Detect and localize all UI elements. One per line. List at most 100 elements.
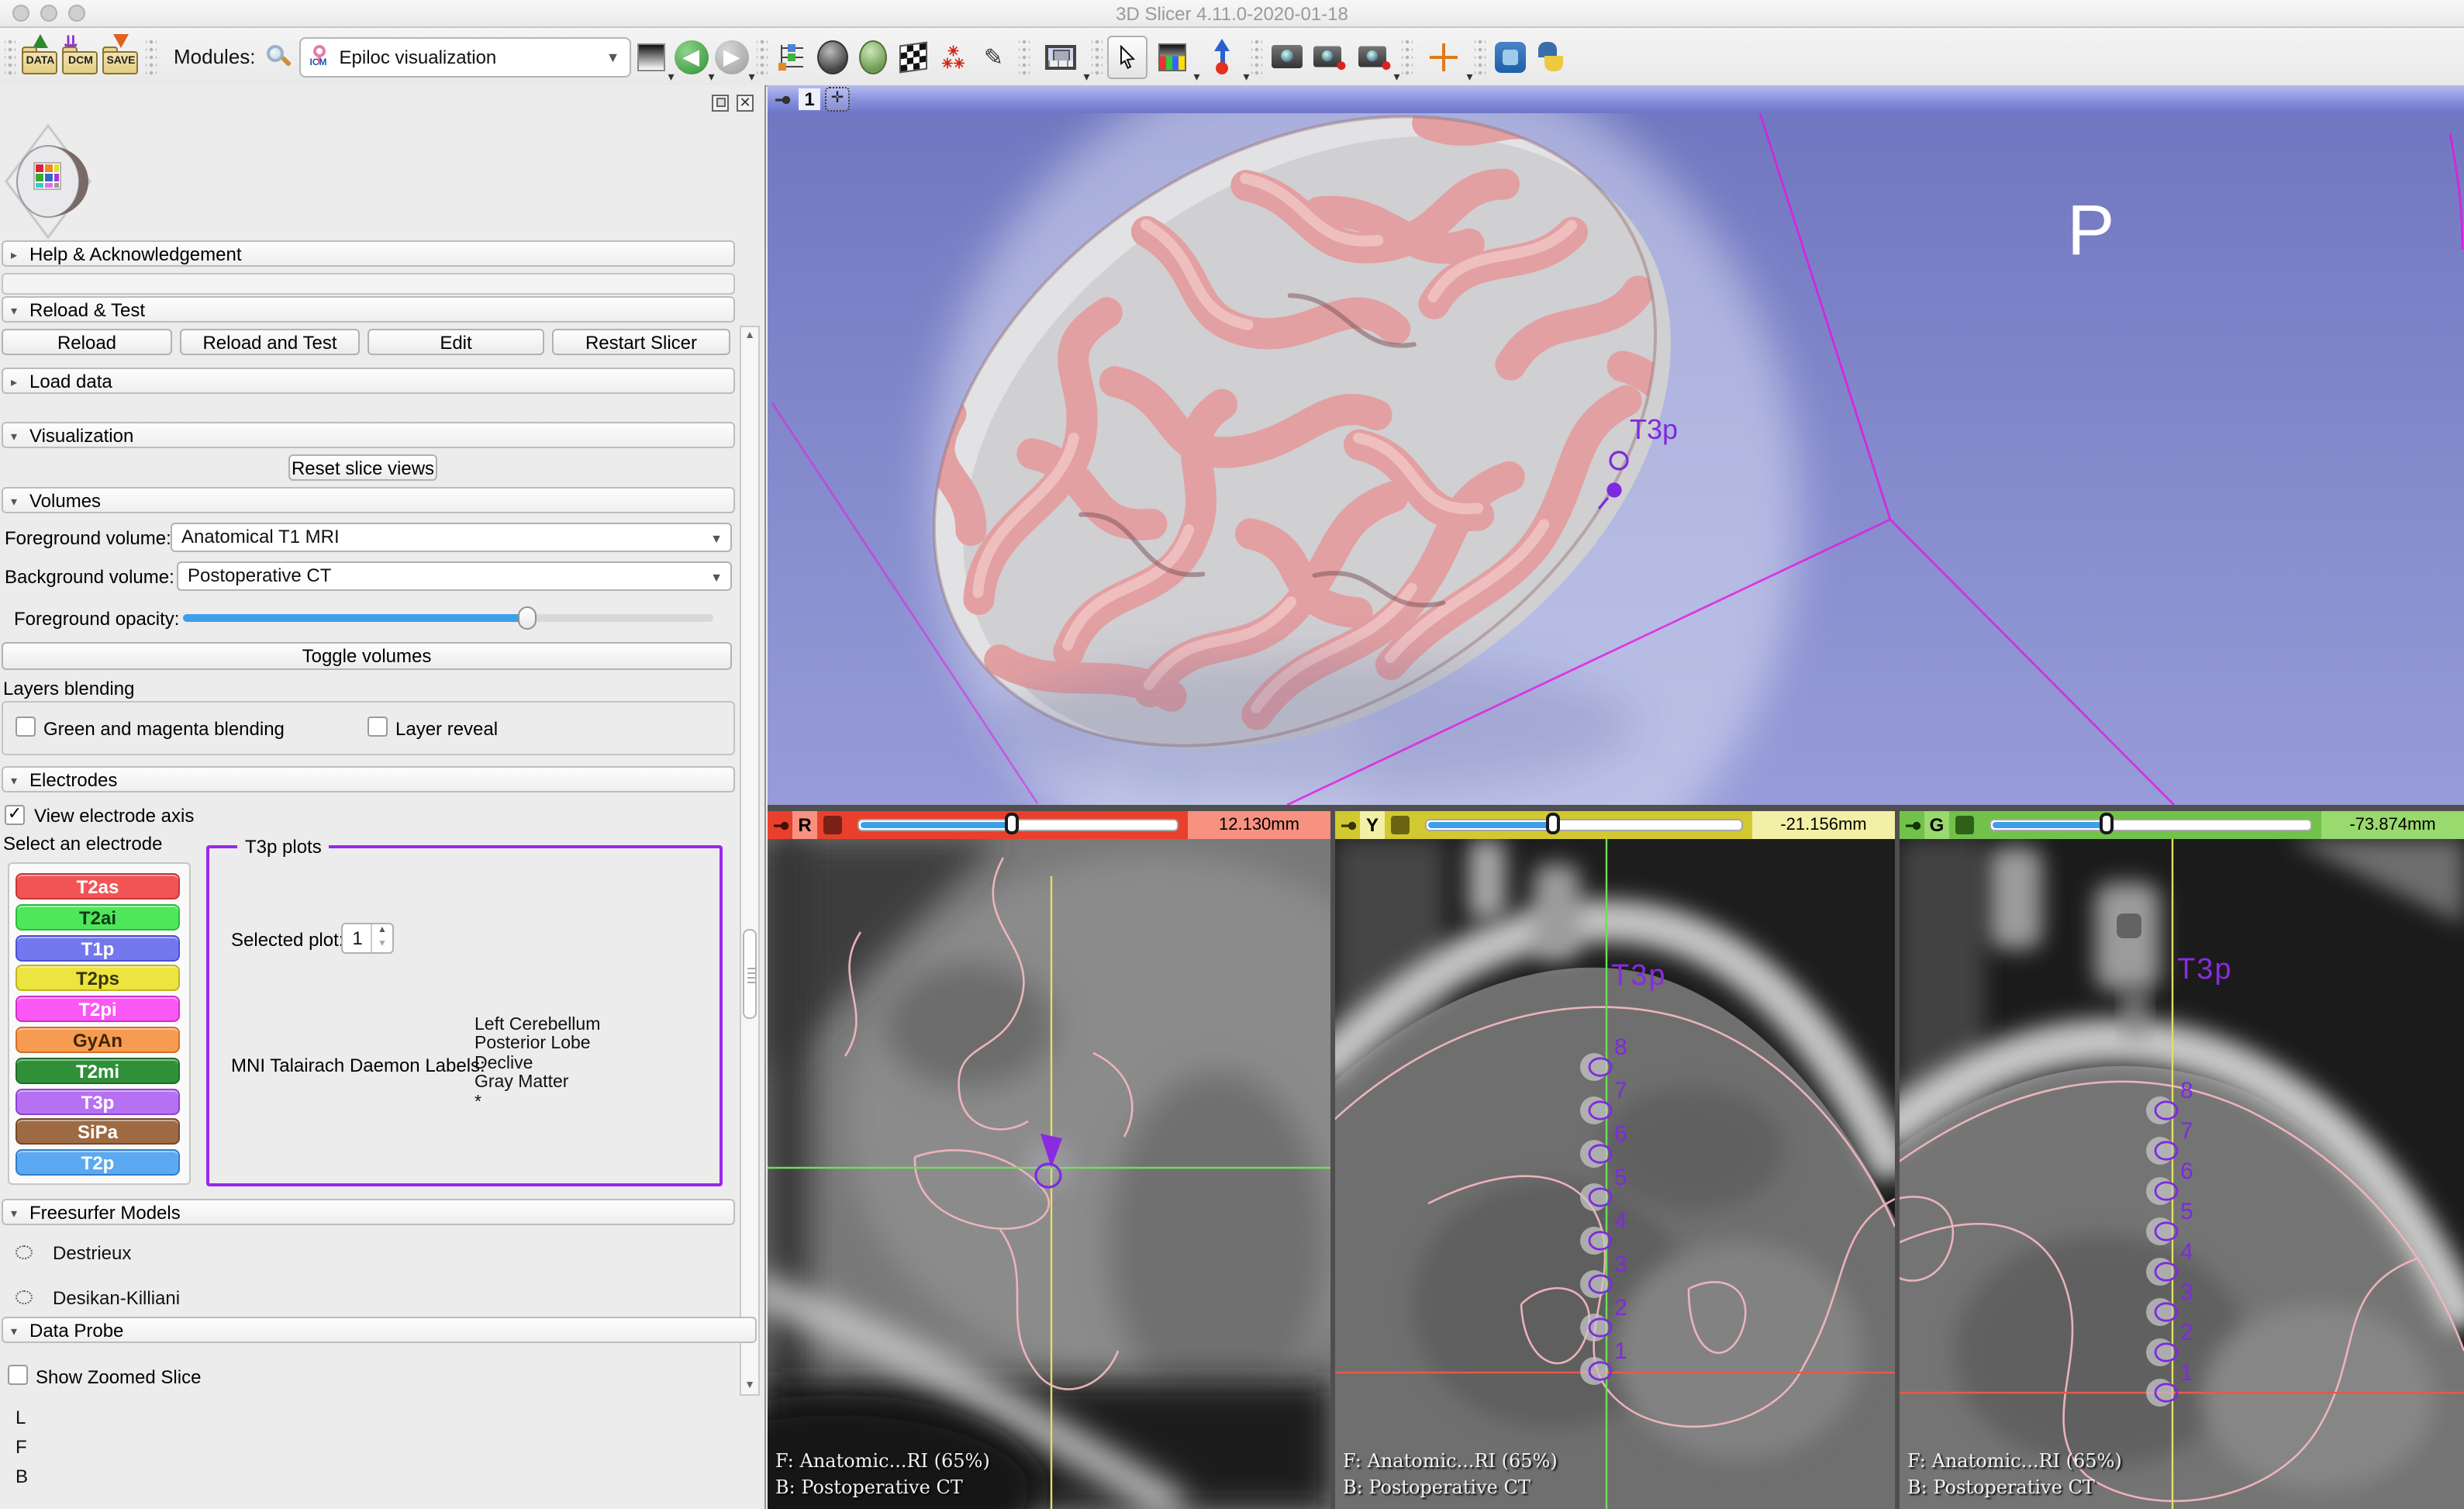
electrode-button-T2p[interactable]: T2p [16, 1149, 180, 1176]
load-dicom-button[interactable]: ⇊ DCM [60, 35, 101, 78]
section-reload-test[interactable]: ▾Reload & Test [2, 296, 735, 323]
mni-value-line: Gray Matter [475, 1073, 600, 1093]
svg-text:4: 4 [1614, 1208, 1627, 1234]
green-slice-controller[interactable]: G -73.874mm [1900, 811, 2464, 839]
foreground-volume-selector[interactable]: Anatomical T1 MRI▼ [171, 523, 732, 552]
yellow-slice-controller[interactable]: Y -21.156mm [1335, 811, 1895, 839]
red-slice-controller[interactable]: R 12.130mm [768, 811, 1330, 839]
green-magenta-blending-checkbox[interactable] [16, 717, 36, 737]
section-load-data[interactable]: ▸Load data [2, 368, 735, 394]
edit-button[interactable]: Edit [368, 329, 544, 355]
section-freesurfer[interactable]: ▾Freesurfer Models [2, 1199, 735, 1225]
red-slice-slider[interactable] [858, 819, 1179, 831]
threed-canvas[interactable]: P T3p [768, 113, 2464, 805]
slice-link-icon[interactable] [823, 816, 842, 834]
background-layer-label: B: Postoperative CT [775, 1476, 963, 1498]
module-selector-value: Epiloc visualization [340, 46, 497, 67]
chevron-down-icon: ▼ [606, 49, 620, 64]
colors-module-button[interactable]: ▾ [1147, 35, 1197, 78]
module-history-button[interactable]: ▾ [631, 35, 671, 78]
reset-slice-views-button[interactable]: Reset slice views [288, 454, 437, 481]
pin-icon[interactable] [1904, 815, 1924, 835]
previous-module-button[interactable]: ◀▾ [671, 35, 712, 78]
electrode-button-T2ps[interactable]: T2ps [16, 965, 180, 992]
slice-view-red[interactable]: R 12.130mm [768, 811, 1330, 1509]
module-selector[interactable]: ICM Epiloc visualization ▼ [299, 36, 631, 77]
subject-hierarchy-button[interactable] [772, 35, 813, 78]
yellow-slice-slider[interactable] [1425, 819, 1743, 831]
arrow-right-icon: ▶ [715, 40, 749, 74]
spin-up-icon[interactable]: ▲ [372, 924, 392, 938]
screenshot-button[interactable] [1267, 35, 1307, 78]
background-volume-selector[interactable]: Postoperative CT▼ [177, 561, 732, 591]
slice-view-yellow[interactable]: Y -21.156mm [1335, 811, 1895, 1509]
module-panel: ✕ 3DSlicer ▸Help & Acknowledgement ▾Relo… [0, 85, 766, 1509]
electrode-button-T2mi[interactable]: T2mi [16, 1058, 180, 1084]
layout-selector-button[interactable]: ▾ [1034, 35, 1087, 78]
restart-slicer-button[interactable]: Restart Slicer [552, 329, 730, 355]
scroll-down-icon[interactable]: ▼ [741, 1380, 758, 1391]
scene-view-capture-button[interactable] [1307, 35, 1348, 78]
pin-icon[interactable] [774, 89, 794, 109]
slice-link-icon[interactable] [1391, 816, 1410, 834]
electrode-button-T2pi[interactable]: T2pi [16, 996, 180, 1022]
threed-view[interactable]: 1 ✛ [768, 85, 2464, 805]
show-zoomed-slice-checkbox[interactable] [8, 1365, 28, 1385]
pin-icon[interactable] [1340, 815, 1360, 835]
crosshair-button[interactable]: ▾ [1417, 35, 1470, 78]
electrode-button-SiPa[interactable]: SiPa [16, 1119, 180, 1145]
next-module-button[interactable]: ▶▾ [712, 35, 752, 78]
foreground-opacity-slider[interactable] [183, 614, 713, 622]
extensions-manager-button[interactable] [1490, 35, 1531, 78]
transforms-button[interactable] [893, 35, 933, 78]
module-search-icon[interactable] [265, 43, 293, 71]
selected-plot-spinbox[interactable]: 1 ▲▼ [341, 923, 394, 954]
reload-button[interactable]: Reload [2, 329, 172, 355]
volume-rendering-button[interactable] [813, 35, 853, 78]
mni-labels-label: MNI Talairach Daemon Labels: [231, 1055, 485, 1076]
red-slice-image[interactable]: F: Anatomic...RI (65%) B: Postoperative … [768, 839, 1330, 1509]
electrode-button-T2ai[interactable]: T2ai [16, 904, 180, 931]
annotations-button[interactable]: ✎ [974, 35, 1014, 78]
undock-panel-icon[interactable] [712, 95, 729, 112]
place-fiducial-button[interactable]: ▾ [1197, 35, 1247, 78]
models-button[interactable] [853, 35, 893, 78]
window-title: 3D Slicer 4.11.0-2020-01-18 [0, 3, 2464, 25]
pin-icon[interactable] [772, 815, 792, 835]
electrode-button-T3p[interactable]: T3p [16, 1088, 180, 1114]
green-slice-slider[interactable] [1989, 819, 2312, 831]
electrode-button-T1p[interactable]: T1p [16, 934, 180, 961]
green-slice-image[interactable]: 12345678 T3p F: Anatomic...RI (65%) B: P… [1900, 839, 2464, 1509]
spin-down-icon[interactable]: ▼ [372, 938, 392, 952]
section-volumes[interactable]: ▾Volumes [2, 487, 735, 513]
section-visualization[interactable]: ▾Visualization [2, 422, 735, 448]
view-options-gear-icon[interactable]: ✛ [825, 87, 850, 112]
mouse-interaction-mode-button[interactable] [1107, 35, 1147, 78]
panel-scrollbar[interactable]: ▲ ▼ [740, 326, 760, 1396]
scroll-up-icon[interactable]: ▲ [741, 330, 758, 341]
scrollbar-thumb[interactable] [743, 929, 757, 1019]
layer-reveal-checkbox[interactable] [368, 717, 388, 737]
python-console-button[interactable] [1531, 35, 1571, 78]
section-electrodes[interactable]: ▾Electrodes [2, 766, 735, 792]
reload-and-test-button[interactable]: Reload and Test [180, 329, 360, 355]
visibility-eye-icon[interactable] [12, 1244, 37, 1262]
close-panel-icon[interactable]: ✕ [737, 95, 754, 112]
load-data-button[interactable]: DATA [20, 35, 60, 78]
slice-view-green[interactable]: G -73.874mm [1900, 811, 2464, 1509]
threed-view-controller[interactable]: 1 ✛ [768, 85, 2464, 113]
scene-view-restore-button[interactable]: ▾ [1348, 35, 1397, 78]
section-data-probe[interactable]: ▾Data Probe [2, 1317, 757, 1343]
electrode-button-GyAn[interactable]: GyAn [16, 1027, 180, 1053]
visibility-eye-icon[interactable] [12, 1289, 37, 1307]
markups-button[interactable]: ✳✳✳ [933, 35, 974, 78]
slice-link-icon[interactable] [1955, 816, 1974, 834]
save-button[interactable]: SAVE [101, 35, 141, 78]
section-help[interactable]: ▸Help & Acknowledgement [2, 240, 735, 267]
electrode-button-T2as[interactable]: T2as [16, 873, 180, 900]
yellow-slice-image[interactable]: 12345678 T3p F: Anatomic...RI (65%) B: P… [1335, 839, 1895, 1509]
extensions-icon [1495, 41, 1526, 72]
slice-letter-badge: R [792, 811, 817, 839]
view-electrode-axis-checkbox[interactable]: ✓ [5, 805, 25, 825]
toggle-volumes-button[interactable]: Toggle volumes [2, 642, 732, 670]
